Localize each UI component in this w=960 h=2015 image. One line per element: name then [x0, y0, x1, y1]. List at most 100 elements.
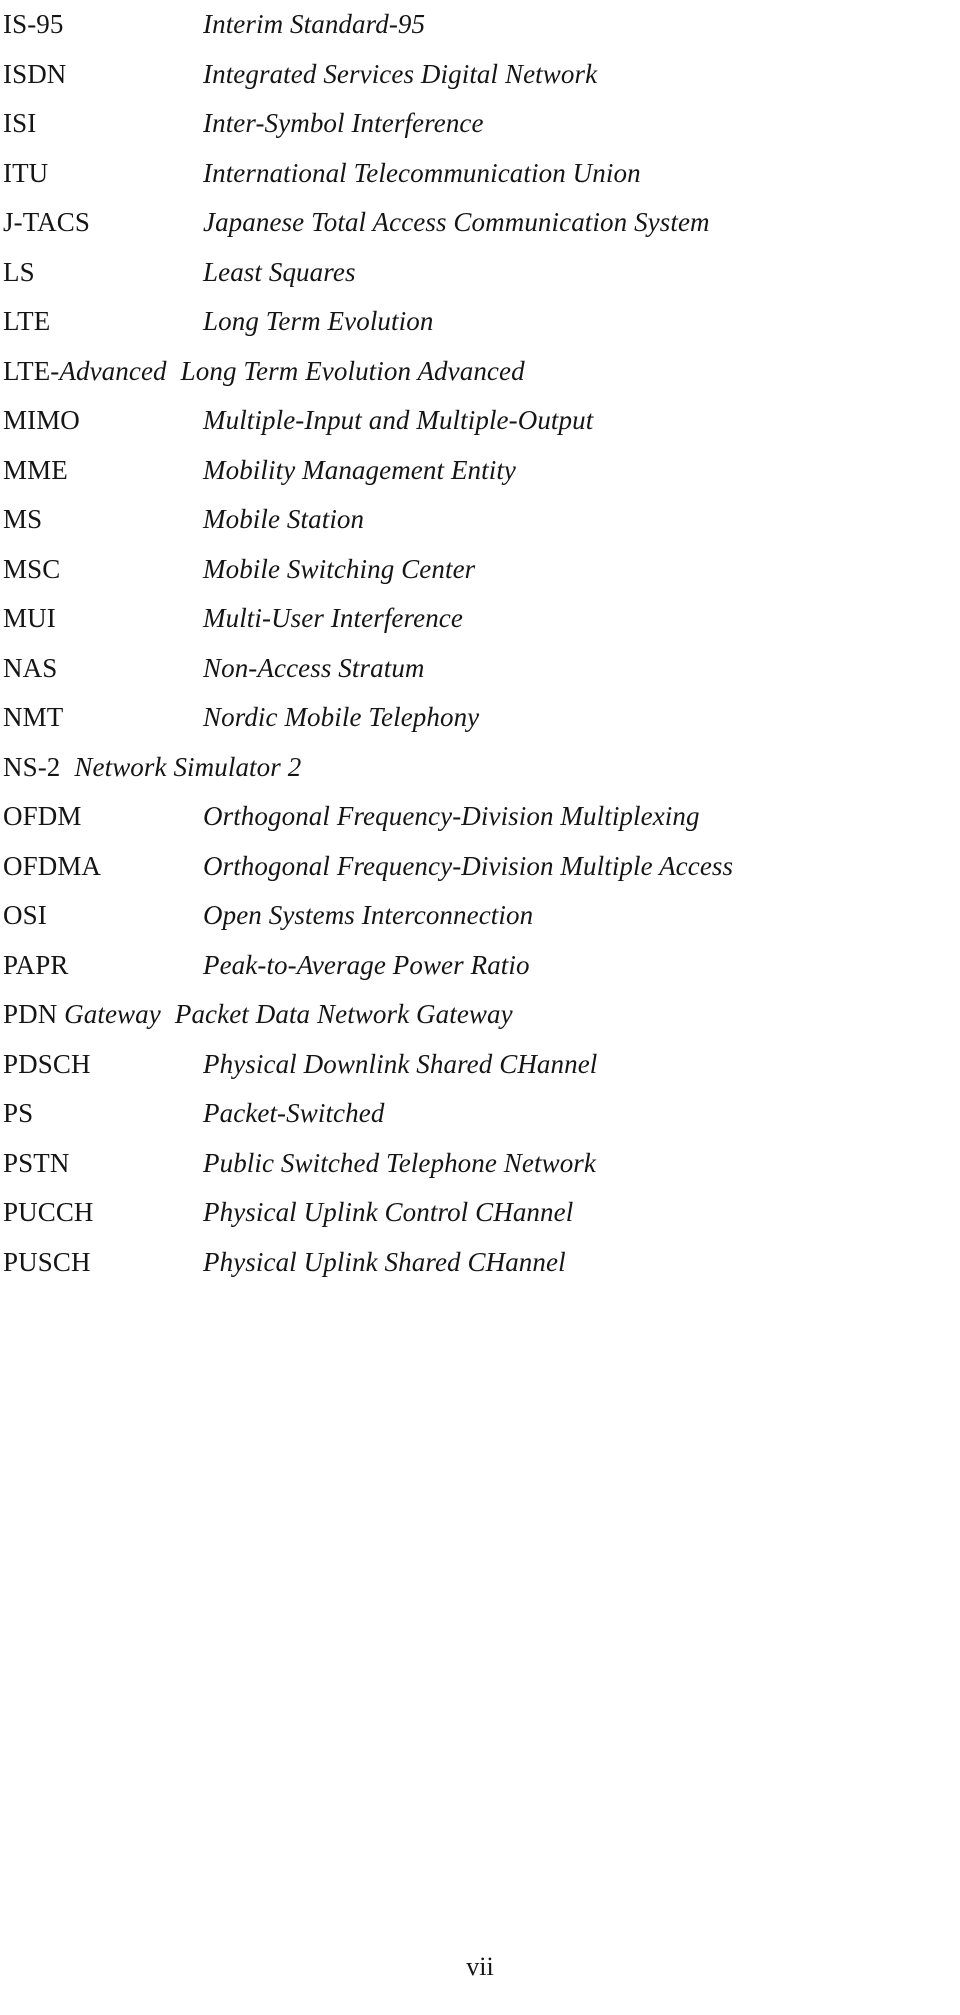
abbreviation-row: MSC Mobile Switching Center: [3, 545, 957, 595]
abbreviation-term-text: PUCCH: [3, 1197, 94, 1227]
abbreviation-definition: Interim Standard-95: [203, 9, 426, 39]
abbreviation-term-text: LS: [3, 256, 35, 287]
abbreviation-term: PS: [3, 1089, 203, 1139]
abbreviation-term-text: MS: [3, 504, 43, 534]
abbreviation-term: NMT: [3, 693, 203, 743]
abbreviation-term-text: LTE-: [3, 355, 60, 386]
abbreviation-row: ISDN Integrated Services Digital Network: [3, 50, 957, 100]
abbreviation-term-text: MIMO: [3, 405, 80, 435]
abbreviation-term-text: NAS: [3, 652, 58, 683]
abbreviation-definition: Least Squares: [203, 256, 356, 287]
abbreviation-definition: Inter-Symbol Interference: [203, 108, 484, 138]
abbreviation-term-text: PAPR: [3, 949, 69, 980]
abbreviation-definition: Mobile Station: [203, 504, 365, 534]
abbreviation-term-text: ISDN: [3, 58, 67, 89]
abbreviation-definition: Physical Uplink Shared CHannel: [203, 1246, 566, 1277]
abbreviation-definition: Japanese Total Access Communication Syst…: [203, 207, 710, 237]
abbreviation-term-text: MUI: [3, 603, 56, 633]
abbreviation-row: OSI Open Systems Interconnection: [3, 891, 957, 941]
abbreviation-term: ISI: [3, 99, 203, 149]
abbreviation-term: PAPR: [3, 941, 203, 991]
abbreviation-term-text: ISI: [3, 108, 37, 138]
abbreviation-term: MSC: [3, 545, 203, 595]
abbreviation-row: OFDM Orthogonal Frequency-Division Multip…: [3, 792, 957, 842]
abbreviation-term: OFDM: [3, 792, 203, 842]
abbreviation-row: PAPR Peak-to-Average Power Ratio: [3, 941, 957, 991]
abbreviation-definition: Mobility Management Entity: [203, 454, 517, 485]
abbreviation-definition: Multi-User Interference: [203, 603, 463, 633]
abbreviation-term-text: NS-2: [3, 751, 61, 782]
abbreviation-term: MIMO: [3, 396, 203, 446]
abbreviation-term: ITU: [3, 149, 203, 199]
abbreviation-definition: Packet-Switched: [203, 1098, 385, 1128]
abbreviation-row: IS-95 Interim Standard-95: [3, 0, 957, 50]
abbreviation-term: IS-95: [3, 0, 203, 50]
abbreviation-definition: Network Simulator 2: [74, 751, 302, 782]
abbreviation-row: NS-2 Network Simulator 2: [3, 743, 957, 793]
abbreviation-row: ITU International Telecommunication Union: [3, 149, 957, 199]
abbreviation-term: PDN Gateway: [3, 990, 175, 1040]
abbreviation-row: ISI Inter-Symbol Interference: [3, 99, 957, 149]
abbreviation-term-text: NMT: [3, 702, 64, 732]
abbreviation-row: PSTN Public Switched Telephone Network: [3, 1139, 957, 1189]
abbreviation-row: PS Packet-Switched: [3, 1089, 957, 1139]
abbreviation-definition: Open Systems Interconnection: [203, 900, 534, 930]
abbreviation-term-text: IS-95: [3, 9, 64, 39]
abbreviation-term: MS: [3, 495, 203, 545]
abbreviation-row: PUSCH Physical Uplink Shared CHannel: [3, 1238, 957, 1288]
abbreviation-row: MS Mobile Station: [3, 495, 957, 545]
abbreviation-term-text: MSC: [3, 553, 61, 584]
abbreviation-definition: Peak-to-Average Power Ratio: [203, 949, 530, 980]
abbreviation-term-text: OSI: [3, 900, 47, 930]
abbreviation-definition: Nordic Mobile Telephony: [203, 702, 480, 732]
abbreviation-row: J-TACS Japanese Total Access Communicatio…: [3, 198, 957, 248]
abbreviation-term: MUI: [3, 594, 203, 644]
abbreviation-term-text: PDN: [3, 999, 65, 1029]
abbreviation-definition: International Telecommunication Union: [203, 157, 641, 188]
abbreviation-row: NMT Nordic Mobile Telephony: [3, 693, 957, 743]
document-page: IS-95 Interim Standard-95 ISDN Integrated S…: [0, 0, 960, 2015]
abbreviation-definition: Physical Downlink Shared CHannel: [203, 1048, 598, 1079]
abbreviation-definition: Multiple-Input and Multiple-Output: [203, 405, 594, 435]
abbreviation-row: MME Mobility Management Entity: [3, 446, 957, 496]
abbreviation-row: OFDMA Orthogonal Frequency-Division Multi…: [3, 842, 957, 892]
abbreviation-definition: Packet Data Network Gateway: [174, 999, 513, 1029]
abbreviation-row: LTE Long Term Evolution: [3, 297, 957, 347]
abbreviation-row: NAS Non-Access Stratum: [3, 644, 957, 694]
abbreviation-term: ISDN: [3, 50, 203, 100]
abbreviation-definition: Public Switched Telephone Network: [203, 1147, 596, 1178]
abbreviation-term: PUCCH: [3, 1188, 203, 1238]
abbreviation-term-text: PUSCH: [3, 1246, 91, 1277]
abbreviation-row: PUCCH Physical Uplink Control CHannel: [3, 1188, 957, 1238]
abbreviation-term-text: PDSCH: [3, 1048, 91, 1079]
abbreviation-term: LS: [3, 248, 203, 298]
abbreviation-term-text: J-TACS: [3, 207, 90, 237]
abbreviation-row: MIMO Multiple-Input and Multiple-Output: [3, 396, 957, 446]
page-number: vii: [466, 1952, 494, 1981]
abbreviation-term: PUSCH: [3, 1238, 203, 1288]
abbreviation-term: NS-2: [3, 743, 74, 793]
abbreviation-term: J-TACS: [3, 198, 203, 248]
abbreviation-definition: Orthogonal Frequency-Division Multiplexi…: [203, 801, 700, 831]
abbreviation-term: PDSCH: [3, 1040, 203, 1090]
abbreviation-term: NAS: [3, 644, 203, 694]
abbreviation-term: OSI: [3, 891, 203, 941]
abbreviation-term-emphasis: Advanced: [59, 355, 167, 386]
abbreviation-term-text: MME: [3, 454, 68, 485]
abbreviation-row: MUI Multi-User Interference: [3, 594, 957, 644]
abbreviation-definition: Physical Uplink Control CHannel: [203, 1197, 574, 1227]
abbreviation-definition: Long Term Evolution Advanced: [180, 355, 525, 386]
abbreviation-term-text: ITU: [3, 157, 49, 188]
abbreviation-definition: Non-Access Stratum: [203, 652, 425, 683]
abbreviation-term-text: OFDM: [3, 801, 82, 831]
abbreviation-definition: Integrated Services Digital Network: [203, 58, 598, 89]
abbreviation-definition: Orthogonal Frequency-Division Multiple A…: [203, 850, 734, 881]
abbreviation-row: LS Least Squares: [3, 248, 957, 298]
abbreviation-term: LTE-Advanced: [3, 347, 181, 397]
abbreviation-definition: Long Term Evolution: [203, 306, 434, 336]
abbreviation-definition: Mobile Switching Center: [203, 553, 476, 584]
abbreviation-row: PDSCH Physical Downlink Shared CHannel: [3, 1040, 957, 1090]
abbreviation-term-text: LTE: [3, 306, 51, 336]
abbreviation-term-text: OFDMA: [3, 850, 102, 881]
abbreviation-term-emphasis: Gateway: [64, 999, 161, 1029]
